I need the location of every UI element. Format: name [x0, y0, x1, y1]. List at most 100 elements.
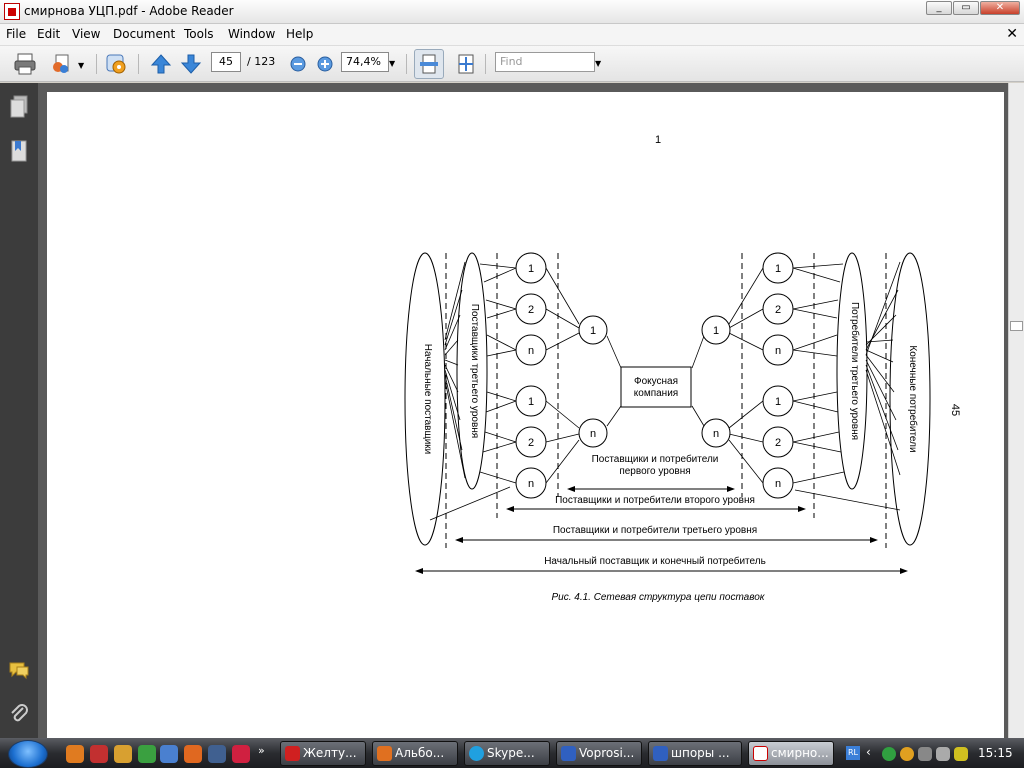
figure-caption: Рис. 4.1. Сетевая структура цепи поставо… [551, 592, 765, 603]
node-label: 2 [528, 304, 534, 316]
pdf-app-icon [4, 3, 20, 20]
focal-company-label-line2: компания [634, 388, 678, 399]
scroll-thumb[interactable] [1010, 321, 1023, 331]
find-dropdown-arrow-icon[interactable]: ▼ [595, 59, 601, 68]
dropdown-arrow-icon[interactable]: ▼ [78, 61, 84, 70]
page-number-input[interactable]: 45 [211, 52, 241, 72]
taskbar-item-label: Альбо... [395, 746, 445, 760]
app2-quicklaunch-icon[interactable] [208, 745, 226, 763]
zoom-in-icon[interactable] [316, 55, 334, 73]
print-icon[interactable] [13, 52, 37, 76]
settings-gear-icon[interactable] [104, 52, 128, 76]
menu-tools[interactable]: Tools [184, 27, 214, 41]
more-quicklaunch-icon[interactable]: » [258, 744, 265, 757]
menu-window[interactable]: Window [228, 27, 275, 41]
toolbar-separator [138, 54, 139, 74]
tray-icon-yellow[interactable] [900, 747, 914, 761]
tray-expand-icon[interactable]: ‹ [866, 745, 871, 759]
close-button[interactable]: ✕ [980, 1, 1020, 15]
page-header-number: 1 [655, 134, 661, 146]
fit-width-icon [420, 54, 438, 74]
system-clock[interactable]: 15:15 [978, 746, 1013, 760]
node-label: 1 [775, 396, 781, 408]
level1-label-line2: первого уровня [619, 466, 690, 477]
taskbar-item-opera[interactable]: Желту... [280, 741, 366, 766]
app-quicklaunch-icon[interactable] [160, 745, 178, 763]
network-supply-chain-figure: 1 45 Начальные поставщики Поставщики тре… [404, 134, 961, 603]
previous-page-icon[interactable] [149, 52, 173, 76]
maximize-button[interactable]: ▭ [953, 1, 979, 15]
taskbar-item-firefox[interactable]: Альбо... [372, 741, 458, 766]
node-label: n [528, 345, 534, 357]
fit-page-icon[interactable] [454, 52, 478, 76]
level4-label: Начальный поставщик и конечный потребите… [544, 555, 766, 567]
right-tier2-nodes [762, 252, 794, 499]
firefox-icon [377, 746, 392, 761]
mail-quicklaunch-icon[interactable] [66, 745, 84, 763]
media-quicklaunch-icon[interactable] [138, 745, 156, 763]
tier3-consumers-label: Потребители третьего уровня [849, 302, 861, 440]
tier3-suppliers-label: Поставщики третьего уровня [469, 304, 480, 438]
minimize-button[interactable]: _ [926, 1, 952, 15]
download-quicklaunch-icon[interactable] [232, 745, 250, 763]
menu-edit[interactable]: Edit [37, 27, 60, 41]
close-document-button[interactable]: ✕ [1006, 26, 1018, 42]
node-label: n [528, 478, 534, 490]
focal-company-label-line1: Фокусная [634, 376, 678, 387]
collaborate-icon[interactable] [50, 52, 74, 76]
tray-icon-warning[interactable] [954, 747, 968, 761]
menu-help[interactable]: Help [286, 27, 313, 41]
tray-icon-volume[interactable] [936, 747, 950, 761]
level1-label-line1: Поставщики и потребители [592, 453, 719, 465]
tray-icon-network[interactable] [918, 747, 932, 761]
taskbar-item-label: Желту... [303, 746, 357, 760]
taskbar-item-word-voprosi[interactable]: Voprosi... [556, 741, 642, 766]
browser-quicklaunch-icon[interactable] [90, 745, 108, 763]
taskbar-item-label: смирно... [771, 746, 829, 760]
comments-icon[interactable] [8, 661, 30, 681]
taskbar-item-label: шпоры ... [671, 746, 730, 760]
left-tier2-connections [479, 263, 622, 484]
pdf-page: 1 45 Начальные поставщики Поставщики тре… [47, 92, 1004, 738]
bookmarks-icon[interactable] [9, 139, 29, 163]
word-icon [653, 746, 668, 761]
skype-icon [469, 746, 484, 761]
node-label: 2 [528, 437, 534, 449]
level2-label: Поставщики и потребители второго уровня [555, 494, 755, 506]
zoom-dropdown-arrow-icon[interactable]: ▼ [389, 59, 395, 68]
pages-icon[interactable] [9, 95, 29, 119]
attachments-paperclip-icon[interactable] [9, 703, 29, 725]
zoom-level-input[interactable]: 74,4% [341, 52, 389, 72]
node-label: 2 [775, 437, 781, 449]
node-label: 1 [528, 263, 534, 275]
taskbar-item-label: Skype... [487, 746, 535, 760]
right-fan-lines [794, 261, 901, 511]
window-title: смирнова УЦП.pdf - Adobe Reader [24, 4, 234, 18]
taskbar-item-adobe-reader[interactable]: смирно... [748, 741, 834, 766]
taskbar-item-word-shpory[interactable]: шпоры ... [648, 741, 742, 766]
toolbar-separator [96, 54, 97, 74]
start-button[interactable] [8, 740, 48, 768]
taskbar-item-label: Voprosi... [579, 746, 635, 760]
opera-icon [285, 746, 300, 761]
page-total-label: / 123 [247, 55, 276, 68]
menu-file[interactable]: File [6, 27, 26, 41]
firefox-quicklaunch-icon[interactable] [184, 745, 202, 763]
node-label: n [775, 345, 781, 357]
menu-document[interactable]: Document [113, 27, 175, 41]
zoom-out-icon[interactable] [289, 55, 307, 73]
title-bar: смирнова УЦП.pdf - Adobe Reader _ ▭ ✕ [0, 0, 1024, 24]
fit-width-button[interactable] [414, 49, 444, 79]
tray-icon-green[interactable] [882, 747, 896, 761]
taskbar-item-skype[interactable]: Skype... [464, 741, 550, 766]
node-label: 1 [528, 396, 534, 408]
menu-bar: File Edit View Document Tools Window Hel… [0, 24, 1024, 46]
find-input[interactable]: Find [495, 52, 595, 72]
node-label: n [775, 478, 781, 490]
next-page-icon[interactable] [179, 52, 203, 76]
tool-quicklaunch-icon[interactable] [114, 745, 132, 763]
end-consumers-label: Конечные потребители [907, 345, 919, 452]
language-indicator[interactable]: RL [846, 746, 860, 760]
menu-view[interactable]: View [72, 27, 100, 41]
vertical-scrollbar[interactable] [1008, 83, 1024, 738]
